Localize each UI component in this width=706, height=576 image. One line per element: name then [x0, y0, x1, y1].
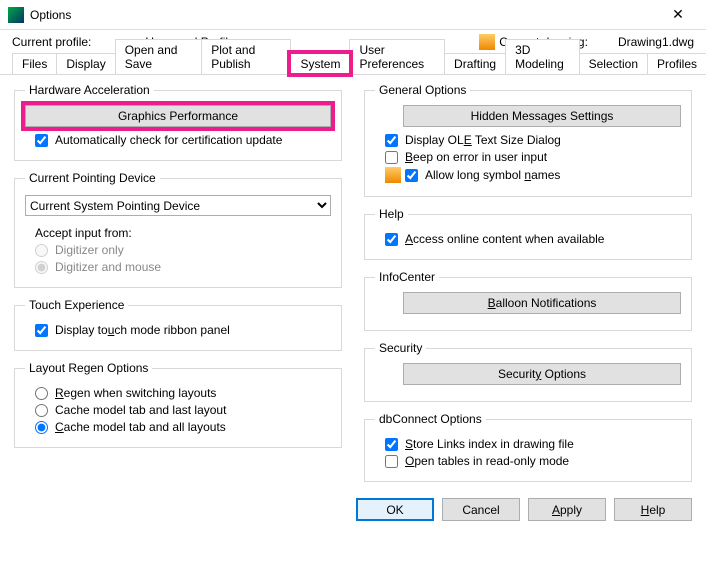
group-hardware-acceleration: Hardware Acceleration Graphics Performan… [14, 83, 342, 161]
group-security: Security Security Options [364, 341, 692, 402]
check-store-links-box[interactable] [385, 438, 398, 451]
right-column: General Options Hidden Messages Settings… [364, 83, 692, 482]
titlebar: Options ✕ [0, 0, 706, 30]
graphics-performance-button[interactable]: Graphics Performance [25, 105, 331, 127]
security-options-button[interactable]: Security Options [403, 363, 681, 385]
check-long-symbol[interactable]: Allow long symbol names [385, 167, 681, 183]
radio-cache-all-input[interactable] [35, 421, 48, 434]
tab-open-and-save[interactable]: Open and Save [115, 39, 203, 74]
radio-regen-switching-input[interactable] [35, 387, 48, 400]
check-online-content[interactable]: Access online content when available [385, 232, 681, 246]
check-beep-error[interactable]: Beep on error in user input [385, 150, 681, 164]
legend-general: General Options [375, 83, 470, 97]
cancel-button[interactable]: Cancel [442, 498, 520, 521]
accept-input-label: Accept input from: [35, 226, 331, 240]
tab-profiles[interactable]: Profiles [647, 53, 706, 74]
drawing-override-icon [385, 167, 401, 183]
group-touch: Touch Experience Display touch mode ribb… [14, 298, 342, 351]
tab-plot-and-publish[interactable]: Plot and Publish [201, 39, 291, 74]
tab-drafting[interactable]: Drafting [444, 53, 506, 74]
tab-strip: FilesDisplayOpen and SavePlot and Publis… [0, 52, 706, 75]
legend-help: Help [375, 207, 408, 221]
check-touch-ribbon[interactable]: Display touch mode ribbon panel [35, 323, 331, 337]
hidden-messages-button[interactable]: Hidden Messages Settings [403, 105, 681, 127]
radio-digitizer-only: Digitizer only [35, 243, 331, 257]
group-layout-regen: Layout Regen Options Regen when switchin… [14, 361, 342, 448]
radio-digitizer-mouse-input [35, 261, 48, 274]
tab-content: Hardware Acceleration Graphics Performan… [0, 75, 706, 488]
radio-cache-last-input[interactable] [35, 404, 48, 417]
check-touch-ribbon-box[interactable] [35, 324, 48, 337]
left-column: Hardware Acceleration Graphics Performan… [14, 83, 342, 482]
check-open-readonly[interactable]: Open tables in read-only mode [385, 454, 681, 468]
group-general-options: General Options Hidden Messages Settings… [364, 83, 692, 197]
profile-label: Current profile: [12, 35, 91, 49]
pointing-device-select[interactable]: Current System Pointing Device [25, 195, 331, 216]
check-long-symbol-box[interactable] [405, 169, 418, 182]
radio-digitizer-only-input [35, 244, 48, 257]
legend-hw: Hardware Acceleration [25, 83, 154, 97]
check-cert-update-box[interactable] [35, 134, 48, 147]
group-infocenter: InfoCenter Balloon Notifications [364, 270, 692, 331]
radio-cache-all[interactable]: Cache model tab and all layouts [35, 420, 331, 434]
radio-cache-last[interactable]: Cache model tab and last layout [35, 403, 331, 417]
group-pointing-device: Current Pointing Device Current System P… [14, 171, 342, 288]
legend-regen: Layout Regen Options [25, 361, 152, 375]
app-icon [8, 7, 24, 23]
check-ole-text-size[interactable]: Display OLE Text Size Dialog [385, 133, 681, 147]
check-beep-box[interactable] [385, 151, 398, 164]
legend-pointing: Current Pointing Device [25, 171, 160, 185]
dialog-buttons: OK Cancel Apply Help [0, 488, 706, 535]
tab-user-preferences[interactable]: User Preferences [349, 39, 445, 74]
tab-3d-modeling[interactable]: 3D Modeling [505, 39, 580, 74]
group-help: Help Access online content when availabl… [364, 207, 692, 260]
group-dbconnect: dbConnect Options Store Links index in d… [364, 412, 692, 482]
legend-security: Security [375, 341, 426, 355]
tab-system[interactable]: System [290, 53, 350, 74]
tab-selection[interactable]: Selection [579, 53, 648, 74]
check-cert-update[interactable]: Automatically check for certification up… [35, 133, 331, 147]
apply-button[interactable]: Apply [528, 498, 606, 521]
check-open-readonly-box[interactable] [385, 455, 398, 468]
help-button[interactable]: Help [614, 498, 692, 521]
window-title: Options [30, 8, 658, 22]
close-icon[interactable]: ✕ [658, 6, 698, 23]
tab-files[interactable]: Files [12, 53, 57, 74]
ok-button[interactable]: OK [356, 498, 434, 521]
radio-regen-switching[interactable]: Regen when switching layouts [35, 386, 331, 400]
balloon-notifications-button[interactable]: Balloon Notifications [403, 292, 681, 314]
legend-infocenter: InfoCenter [375, 270, 439, 284]
legend-dbconnect: dbConnect Options [375, 412, 486, 426]
drawing-icon [479, 34, 495, 50]
legend-touch: Touch Experience [25, 298, 128, 312]
drawing-name: Drawing1.dwg [618, 35, 694, 49]
check-ole-box[interactable] [385, 134, 398, 147]
radio-digitizer-mouse: Digitizer and mouse [35, 260, 331, 274]
tab-display[interactable]: Display [56, 53, 115, 74]
check-store-links[interactable]: Store Links index in drawing file [385, 437, 681, 451]
check-online-box[interactable] [385, 233, 398, 246]
